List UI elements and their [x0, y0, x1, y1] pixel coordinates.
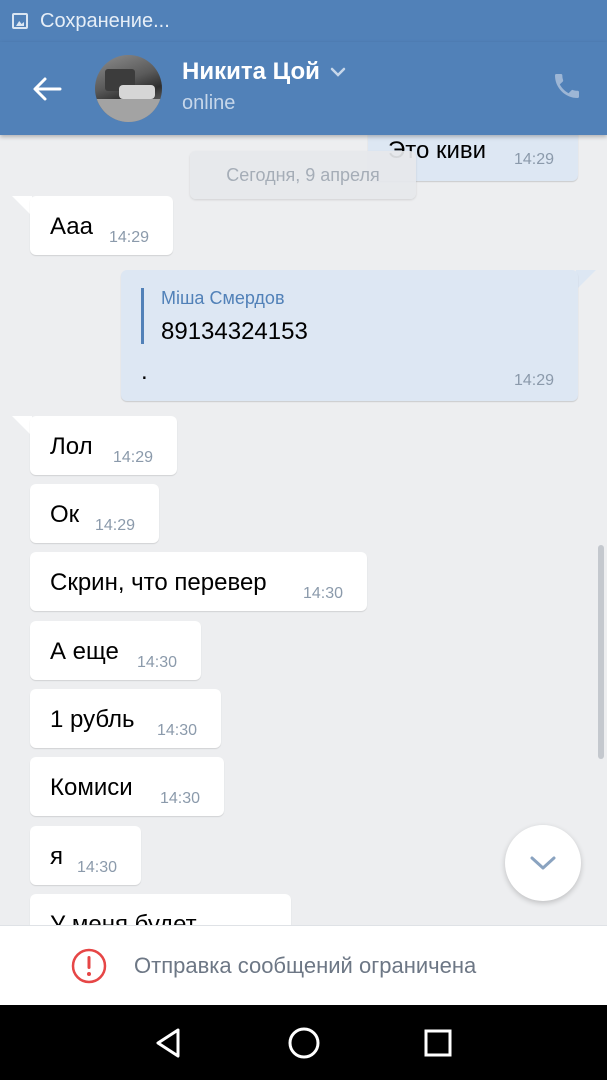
message-text: Ок [50, 501, 80, 528]
nav-back-button[interactable] [150, 1025, 186, 1061]
bubble-tail [12, 416, 32, 436]
contact-name: Никита Цой [182, 58, 320, 85]
chat-header: Никита Цой online [0, 42, 607, 135]
warning-circle-icon [71, 948, 107, 983]
call-button[interactable] [551, 70, 583, 106]
message-bubble-incoming[interactable]: А еще 14:30 [30, 621, 201, 680]
message-bubble-incoming[interactable]: Лол 14:29 [30, 416, 177, 475]
chevron-down-icon [530, 856, 556, 870]
bubble-tail [576, 270, 596, 290]
message-bubble-incoming[interactable]: 1 рубль 14:30 [30, 689, 221, 748]
message-text: Ааа [50, 213, 93, 240]
status-bar: Сохранение... [0, 0, 607, 42]
message-text: Лол [50, 433, 93, 460]
system-navigation-bar [0, 1005, 607, 1080]
message-text: Скрин, что перевер [50, 569, 267, 596]
message-text: . [141, 358, 148, 385]
scrollbar[interactable] [598, 545, 604, 759]
message-bubble-incoming[interactable]: Скрин, что перевер 14:30 [30, 552, 367, 611]
chevron-down-icon [330, 67, 346, 77]
message-text: А еще [50, 638, 119, 665]
message-time: 14:30 [160, 790, 201, 807]
message-time: 14:29 [95, 517, 136, 534]
message-bubble-incoming[interactable]: я 14:30 [30, 826, 141, 885]
message-text: Комиси [50, 774, 133, 801]
message-text: У меня будет [50, 911, 197, 925]
message-list[interactable]: Это киви 14:29 Сегодня, 9 апреля Ааа 14:… [0, 135, 607, 925]
date-separator: Сегодня, 9 апреля [190, 151, 416, 199]
message-time: 14:29 [109, 229, 150, 246]
message-time: 14:29 [514, 151, 555, 168]
nav-home-button[interactable] [286, 1025, 322, 1061]
phone-icon [555, 74, 579, 98]
forward-indicator [141, 288, 144, 344]
avatar[interactable] [95, 55, 162, 122]
message-time: 14:30 [77, 859, 118, 876]
scroll-down-button[interactable] [505, 825, 581, 901]
bubble-tail [12, 196, 32, 216]
message-text: я [50, 843, 63, 870]
nav-recents-button[interactable] [420, 1025, 456, 1061]
contact-status: online [182, 92, 236, 114]
image-icon [12, 13, 28, 29]
circle-home-icon [288, 1027, 320, 1059]
message-bubble-incoming[interactable]: У меня будет [30, 894, 291, 925]
message-bubble-outgoing-forwarded[interactable]: Міша Смердов 89134324153 . 14:29 [121, 270, 578, 401]
message-bubble-incoming[interactable]: Комиси 14:30 [30, 757, 224, 816]
status-notification: Сохранение... [40, 9, 170, 32]
back-button[interactable] [24, 66, 70, 112]
message-time: 14:30 [303, 585, 344, 602]
arrow-left-icon [33, 77, 62, 101]
message-time: 14:30 [137, 654, 178, 671]
message-time: 14:29 [514, 372, 555, 389]
message-time: 14:30 [157, 722, 198, 739]
message-bubble-incoming[interactable]: Ок 14:29 [30, 484, 159, 543]
forwarded-sender[interactable]: Міша Смердов [161, 288, 285, 309]
message-text: 1 рубль [50, 706, 135, 733]
triangle-back-icon [156, 1028, 180, 1058]
restriction-text: Отправка сообщений ограничена [134, 952, 477, 978]
contact-name-dropdown[interactable]: Никита Цой [182, 58, 346, 86]
messaging-restricted-bar: Отправка сообщений ограничена [0, 925, 607, 1005]
message-time: 14:29 [113, 449, 154, 466]
message-bubble-incoming[interactable]: Ааа 14:29 [30, 196, 173, 255]
forwarded-text: 89134324153 [161, 318, 308, 345]
square-recents-icon [424, 1029, 452, 1057]
